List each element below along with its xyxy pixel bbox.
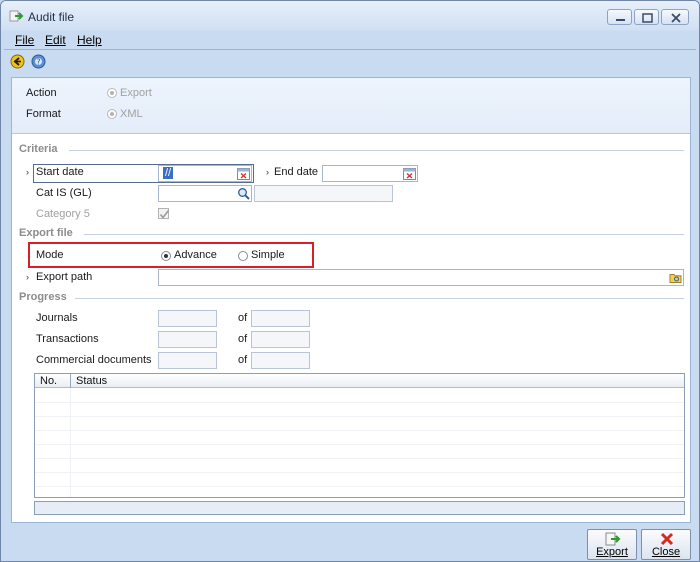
cat-is-description-field: [254, 185, 393, 202]
close-icon: [671, 13, 681, 23]
column-header-no[interactable]: No.: [40, 375, 57, 387]
minimize-button[interactable]: [607, 9, 632, 25]
minimize-icon: [616, 19, 625, 21]
column-header-status[interactable]: Status: [76, 375, 107, 387]
grid-row-line: [35, 472, 684, 473]
cat-is-field[interactable]: [158, 185, 252, 202]
calendar-icon[interactable]: [237, 167, 250, 180]
grid-column-line: [70, 388, 71, 497]
action-format-area: Action Export Format XML: [12, 78, 690, 134]
criteria-divider: [69, 150, 684, 151]
commercial-documents-total-field: [251, 352, 310, 369]
commercial-documents-of-label: of: [238, 354, 248, 366]
category5-label: Category 5: [36, 208, 90, 220]
format-xml-radio: [107, 109, 117, 119]
checkmark-icon: [159, 210, 170, 219]
maximize-icon: [642, 13, 653, 23]
start-date-label: Start date: [36, 166, 84, 178]
folder-browse-icon[interactable]: [669, 271, 682, 284]
action-export-option: Export: [120, 87, 152, 99]
window-close-button[interactable]: [661, 9, 689, 25]
title-bar: Audit file: [1, 1, 699, 31]
grid-row-line: [35, 430, 684, 431]
menu-edit[interactable]: Edit: [45, 33, 66, 47]
transactions-of-label: of: [238, 333, 248, 345]
lookup-search-icon[interactable]: [237, 187, 250, 200]
end-date-label: End date: [274, 166, 319, 178]
action-label: Action: [26, 87, 57, 99]
progress-section-title: Progress: [19, 291, 67, 303]
grid-row-line: [35, 486, 684, 487]
grid-row-line: [35, 402, 684, 403]
format-label: Format: [26, 108, 61, 120]
format-xml-option: XML: [120, 108, 143, 120]
export-path-label: Export path: [36, 271, 93, 283]
mode-highlight-box: [28, 242, 314, 268]
column-divider: [70, 374, 71, 388]
transactions-count-field: [158, 331, 217, 348]
menu-file[interactable]: File: [15, 33, 34, 47]
menu-help[interactable]: Help: [77, 33, 102, 47]
grid-header: No. Status: [35, 374, 684, 388]
exit-icon[interactable]: [10, 54, 25, 69]
journals-label: Journals: [36, 312, 78, 324]
grid-status-bar: [34, 501, 685, 515]
close-x-icon: [660, 532, 674, 546]
criteria-section-title: Criteria: [19, 143, 58, 155]
footer-bar: Export Close: [1, 525, 699, 561]
close-button-label: Close: [651, 546, 681, 558]
svg-text:?: ?: [36, 58, 40, 67]
export-arrow-icon: [9, 9, 25, 23]
window-title: Audit file: [28, 10, 75, 24]
export-file-section-title: Export file: [19, 227, 73, 239]
grid-row-line: [35, 458, 684, 459]
grid-row-line: [35, 444, 684, 445]
action-export-radio: [107, 88, 117, 98]
status-grid[interactable]: No. Status: [34, 373, 685, 498]
journals-total-field: [251, 310, 310, 327]
audit-file-window: Audit file File Edit Help ? Action Expor…: [0, 0, 700, 562]
start-date-value: //: [163, 167, 174, 179]
progress-divider: [75, 298, 684, 299]
transactions-label: Transactions: [36, 333, 99, 345]
journals-count-field: [158, 310, 217, 327]
commercial-documents-count-field: [158, 352, 217, 369]
grid-row-line: [35, 416, 684, 417]
maximize-button[interactable]: [634, 9, 659, 25]
transactions-total-field: [251, 331, 310, 348]
required-arrow-icon: ›: [26, 272, 29, 282]
commercial-documents-label: Commercial documents: [36, 354, 152, 366]
export-button-label: Export: [596, 546, 628, 558]
main-panel: Action Export Format XML Criteria › Star…: [11, 77, 691, 523]
end-date-field[interactable]: [322, 165, 418, 182]
export-button[interactable]: Export: [587, 529, 637, 560]
export-arrow-icon: [605, 532, 621, 546]
calendar-icon[interactable]: [403, 167, 416, 180]
journals-of-label: of: [238, 312, 248, 324]
required-arrow-icon: ›: [26, 167, 29, 177]
toolbar: ?: [1, 50, 699, 74]
export-file-divider: [84, 234, 684, 235]
close-button[interactable]: Close: [641, 529, 691, 560]
category5-checkbox: [158, 208, 170, 219]
required-arrow-icon: ›: [266, 167, 269, 177]
export-path-field[interactable]: [158, 269, 684, 286]
help-icon[interactable]: ?: [31, 54, 46, 69]
cat-is-label: Cat IS (GL): [36, 187, 92, 199]
start-date-field[interactable]: //: [158, 165, 252, 182]
